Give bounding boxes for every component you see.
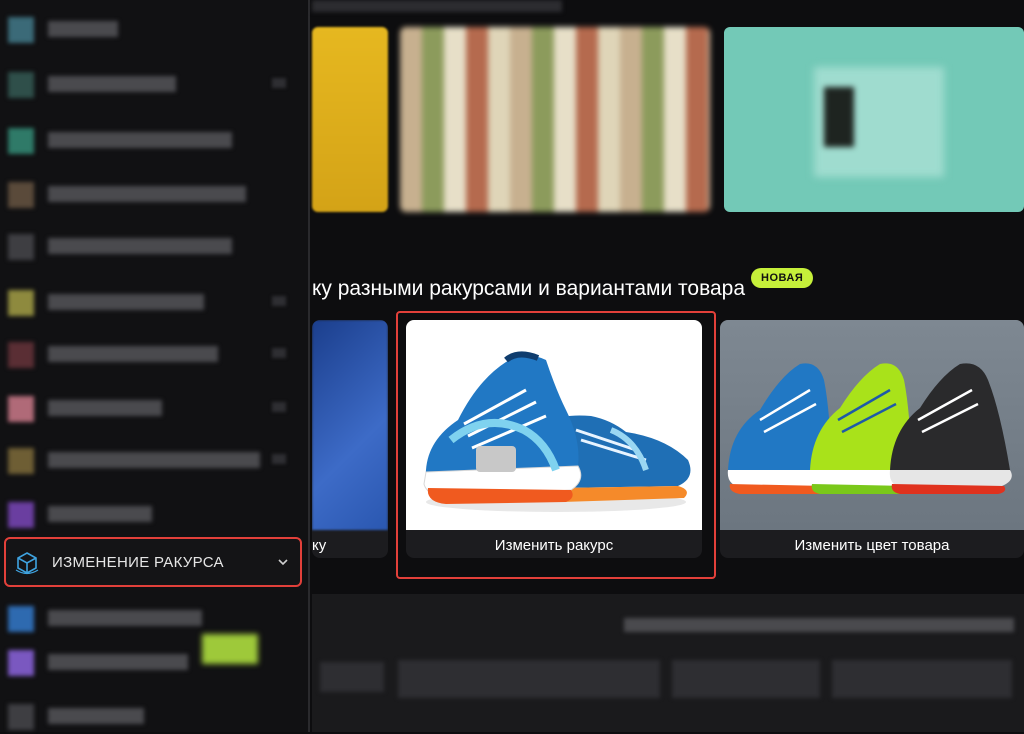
sidebar-item-badge <box>272 402 286 412</box>
sidebar-item-label <box>48 506 152 522</box>
card-change-color[interactable]: Изменить цвет товара <box>720 320 1024 558</box>
sidebar-item[interactable] <box>0 332 300 372</box>
sidebar-item-badge <box>272 348 286 358</box>
banner-card[interactable] <box>312 27 388 212</box>
card-image <box>312 320 388 530</box>
sidebar-item[interactable] <box>0 596 300 636</box>
sidebar-item[interactable] <box>0 634 300 680</box>
sidebar-item[interactable] <box>0 62 300 102</box>
banner-image <box>824 87 854 147</box>
cube-icon <box>14 550 40 576</box>
sidebar-item-icon <box>8 17 34 43</box>
sidebar-item[interactable] <box>0 492 300 532</box>
sidebar-item-icon <box>8 650 34 676</box>
sidebar-item-icon <box>8 128 34 154</box>
section-title: ку разными ракурсами и вариантами товара <box>312 277 746 300</box>
sidebar: ИЗМЕНЕНИЕ РАКУРСА <box>0 0 310 732</box>
sneakers-colors-image <box>720 320 1024 530</box>
sidebar-item-icon <box>8 182 34 208</box>
sidebar-item-label <box>48 708 144 724</box>
card-caption: Изменить цвет товара <box>794 537 950 554</box>
sidebar-item-badge <box>272 78 286 88</box>
sidebar-item[interactable] <box>0 224 300 264</box>
sidebar-item-label <box>48 238 232 254</box>
sidebar-item-label <box>48 294 204 310</box>
sneakers-image <box>406 320 702 530</box>
sidebar-item-badge <box>272 454 286 464</box>
sidebar-item[interactable] <box>0 386 300 426</box>
card-change-angle[interactable]: Изменить ракурс <box>406 320 702 558</box>
sidebar-item[interactable] <box>0 7 300 47</box>
bottom-text <box>624 618 1014 632</box>
bottom-chip[interactable] <box>832 660 1012 698</box>
sidebar-item[interactable] <box>0 438 300 478</box>
bottom-chip[interactable] <box>320 662 384 692</box>
sidebar-item-label <box>48 610 202 626</box>
sidebar-item[interactable] <box>0 172 300 212</box>
banner-card[interactable] <box>400 27 710 212</box>
sidebar-item-label <box>48 21 118 37</box>
main-content: ку разными ракурсами и вариантами товара… <box>312 0 1024 732</box>
sidebar-item-badge <box>272 296 286 306</box>
sidebar-item-icon <box>8 234 34 260</box>
sidebar-item-label <box>48 76 176 92</box>
bottom-panel <box>312 594 1024 732</box>
sidebar-item-label <box>48 654 188 670</box>
sidebar-item-change-angle[interactable]: ИЗМЕНЕНИЕ РАКУРСА <box>4 537 302 587</box>
header-text <box>312 0 562 12</box>
banner-card[interactable] <box>724 27 1024 212</box>
sidebar-item[interactable] <box>0 118 300 158</box>
sidebar-item-badge <box>202 634 258 664</box>
sidebar-item-icon <box>8 72 34 98</box>
card-caption: Изменить ракурс <box>494 537 614 554</box>
sidebar-item-icon <box>8 342 34 368</box>
new-badge: НОВАЯ <box>751 268 814 288</box>
sidebar-item-label <box>48 400 162 416</box>
sidebar-item-label <box>48 346 218 362</box>
sidebar-item-label <box>48 452 260 468</box>
bottom-chip[interactable] <box>398 660 660 698</box>
sidebar-item-icon <box>8 704 34 730</box>
sidebar-item-icon <box>8 290 34 316</box>
sidebar-item-label <box>48 132 232 148</box>
sidebar-item-label: ИЗМЕНЕНИЕ РАКУРСА <box>52 554 224 571</box>
chevron-down-icon[interactable] <box>276 555 290 569</box>
sidebar-item-icon <box>8 502 34 528</box>
sidebar-item-label <box>48 186 246 202</box>
sidebar-item[interactable] <box>0 694 300 734</box>
sidebar-item-icon <box>8 448 34 474</box>
sidebar-item-icon <box>8 396 34 422</box>
bottom-chip[interactable] <box>672 660 820 698</box>
sidebar-item[interactable] <box>0 280 300 320</box>
card-caption: ку <box>312 537 327 554</box>
sidebar-item-icon <box>8 606 34 632</box>
feature-card[interactable]: ку <box>312 320 388 558</box>
